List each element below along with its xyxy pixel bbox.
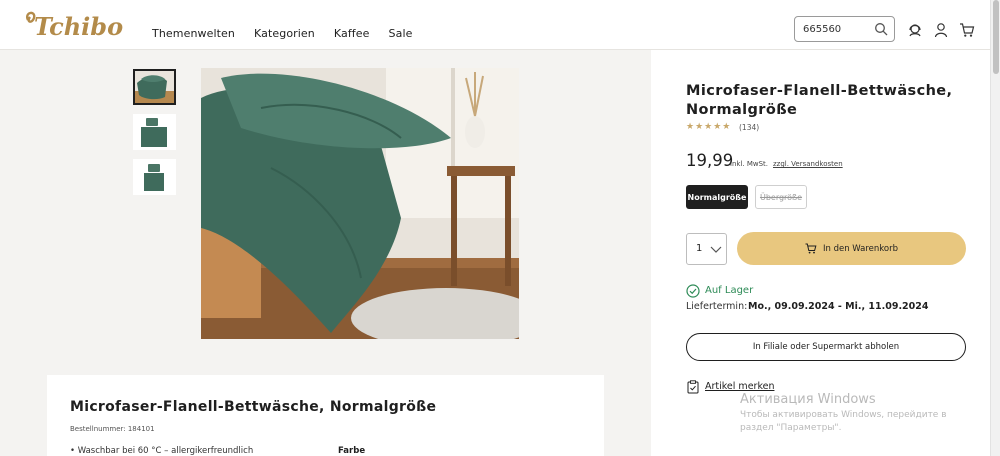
delivery-label: Liefertermin: (686, 301, 748, 312)
account-icon[interactable] (933, 22, 949, 38)
check-circle-icon (686, 284, 700, 298)
stock-status: Auf Lager (705, 285, 754, 296)
review-count[interactable]: (134) (739, 123, 759, 132)
add-to-cart-button[interactable]: In den Warenkorb (737, 232, 966, 265)
windows-activation-subtitle: Чтобы активировать Windows, перейдите в … (740, 410, 947, 433)
main-nav: Themenwelten Kategorien Kaffee Sale (152, 27, 412, 40)
bedding-photo (201, 68, 519, 339)
flat-duvet-thumbnail (133, 114, 176, 150)
site-header: Tchibo Themenwelten Kategorien Kaffee Sa… (0, 0, 990, 50)
bedding-photo-thumbnail (135, 71, 174, 103)
page-scrollbar[interactable] (990, 0, 1000, 456)
nav-sale[interactable]: Sale (389, 27, 413, 40)
search-box (794, 16, 895, 42)
tchibo-logo[interactable]: Tchibo (22, 8, 124, 40)
gallery-thumbnail-3[interactable] (133, 159, 176, 195)
search-input[interactable] (803, 22, 875, 37)
product-title: Microfaser-Flanell-Bettwäsche, Normalgrö… (686, 83, 953, 118)
customer-service-icon[interactable] (907, 22, 923, 38)
cart-icon (805, 243, 817, 254)
gallery-thumbnail-2[interactable] (133, 114, 176, 150)
rating-stars[interactable]: ★★★★★ (686, 122, 731, 132)
scrollbar-thumb[interactable] (993, 0, 999, 74)
add-to-cart-label: In den Warenkorb (822, 243, 898, 254)
product-price: 19,99 (686, 151, 734, 170)
windows-activation-title: Активация Windows (740, 392, 876, 407)
color-label: Farbe (338, 446, 366, 456)
quantity-value: 1 (696, 243, 703, 254)
svg-text:Tchibo: Tchibo (34, 12, 123, 40)
product-description-card (47, 375, 604, 456)
vat-note: inkl. MwSt. (730, 160, 769, 168)
nav-kategorien[interactable]: Kategorien (254, 27, 315, 40)
feature-bullet: • Waschbar bei 60 °C – allergikerfreundl… (70, 446, 254, 456)
description-title: Microfaser-Flanell-Bettwäsche, Normalgrö… (70, 399, 437, 415)
quantity-select[interactable]: 1 (686, 233, 727, 265)
shipping-cost-link[interactable]: zzgl. Versandkosten (773, 160, 843, 168)
search-icon[interactable] (874, 22, 888, 36)
size-option-normal[interactable]: Normalgröße (686, 185, 748, 209)
cart-icon[interactable] (959, 22, 975, 38)
feature-bullet-text: Waschbar bei 60 °C – allergikerfreundlic… (77, 446, 254, 456)
folded-set-thumbnail (133, 159, 176, 195)
delivery-date: Mo., 09.09.2024 - Mi., 11.09.2024 (748, 301, 929, 312)
gallery-thumbnail-1[interactable] (133, 69, 176, 105)
store-pickup-button[interactable]: In Filiale oder Supermarkt abholen (686, 333, 966, 361)
nav-kaffee[interactable]: Kaffee (334, 27, 370, 40)
chevron-down-icon (710, 246, 722, 253)
wishlist-link[interactable]: Artikel merken (705, 381, 774, 392)
product-main-image[interactable] (201, 68, 519, 339)
nav-themenwelten[interactable]: Themenwelten (152, 27, 235, 40)
size-option-oversize[interactable]: Übergröße (755, 185, 807, 209)
order-number: Bestellnummer: 184101 (70, 425, 155, 433)
clipboard-check-icon[interactable] (687, 380, 699, 394)
